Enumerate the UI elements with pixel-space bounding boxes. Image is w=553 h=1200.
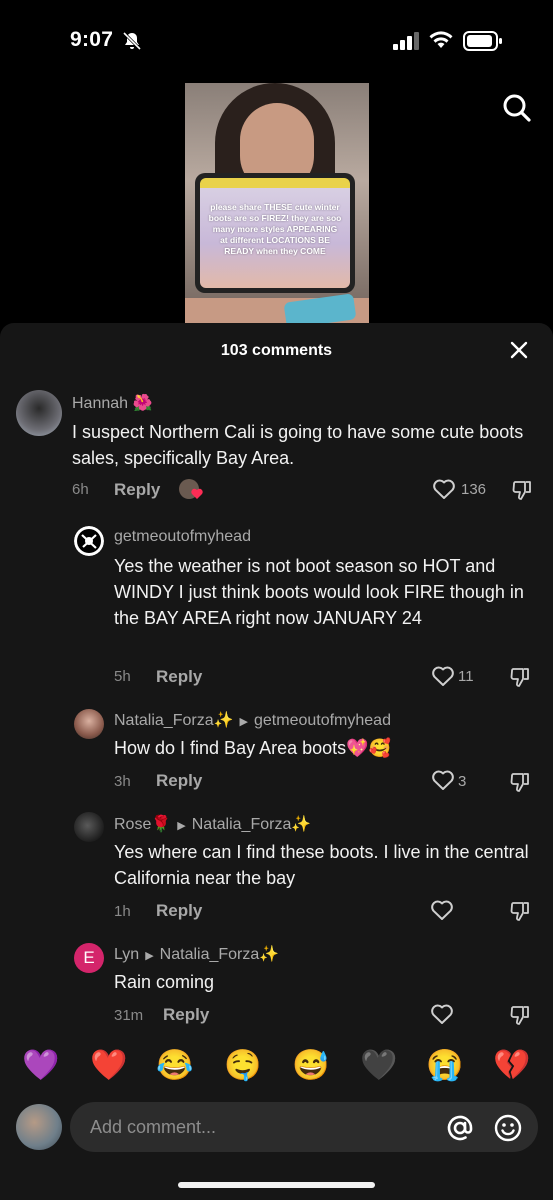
dislike-icon[interactable]	[509, 900, 531, 922]
bell-muted-icon	[122, 31, 142, 51]
heart-icon[interactable]	[431, 769, 455, 791]
like-count: 3	[458, 773, 467, 790]
comment-input-box[interactable]	[70, 1102, 538, 1152]
battery-icon	[463, 31, 502, 51]
emoji-sweat-smile[interactable]: 😅	[292, 1046, 329, 1086]
reply-arrow-icon: ▶	[239, 716, 248, 728]
reply-button[interactable]: Reply	[163, 1005, 209, 1025]
cellular-signal-icon	[393, 32, 419, 50]
video-overlay-text: please share THESE cute winter boots are…	[208, 202, 342, 256]
comment-time: 5h	[114, 668, 131, 685]
reply-button[interactable]: Reply	[156, 667, 202, 687]
comment-time: 6h	[72, 481, 89, 498]
reply-arrow-icon: ▶	[177, 820, 186, 832]
reply-button[interactable]: Reply	[156, 771, 202, 791]
comment-time: 31m	[114, 1007, 144, 1024]
heart-icon[interactable]	[430, 1003, 454, 1025]
video-thumbnail[interactable]: please share THESE cute winter boots are…	[185, 83, 369, 328]
heart-icon[interactable]	[430, 899, 454, 921]
comment-username-row: Natalia_Forza✨ ▶ getmeoutofmyhead	[114, 710, 391, 730]
home-indicator[interactable]	[178, 1182, 375, 1188]
reply-button[interactable]: Reply	[156, 901, 202, 921]
emoji-black-heart[interactable]: 🖤	[360, 1046, 397, 1086]
avatar[interactable]	[74, 812, 104, 842]
comment-username-row: Rose🌹 ▶ Natalia_Forza✨	[114, 814, 311, 834]
comment-text: I suspect Northern Cali is going to have…	[72, 422, 524, 468]
dislike-icon[interactable]	[509, 1004, 531, 1026]
reply-button[interactable]: Reply	[114, 480, 160, 500]
my-avatar[interactable]	[16, 1104, 62, 1150]
reply-to-username[interactable]: getmeoutofmyhead	[254, 712, 391, 729]
dislike-icon[interactable]	[509, 666, 531, 688]
comment-time: 1h	[114, 903, 131, 920]
comment-input[interactable]	[90, 1102, 430, 1152]
quick-emoji-bar: 💜 ❤️ 😂 🤤 😅 🖤 😭 💔	[0, 1046, 553, 1086]
emoji-red-heart[interactable]: ❤️	[90, 1046, 127, 1086]
emoji-picker-icon[interactable]	[494, 1114, 522, 1142]
status-bar: 9:07	[0, 0, 553, 80]
comment-text: Yes the weather is not boot season so HO…	[114, 556, 524, 628]
search-icon[interactable]	[502, 93, 532, 123]
comment-username[interactable]: getmeoutofmyhead	[114, 528, 251, 546]
emoji-drooling[interactable]: 🤤	[224, 1046, 261, 1086]
comment-time: 3h	[114, 773, 131, 790]
heart-icon[interactable]	[431, 665, 455, 687]
comment-text: Rain coming	[114, 972, 215, 992]
like-count: 136	[461, 481, 487, 498]
emoji-purple-heart[interactable]: 💜	[22, 1046, 59, 1086]
comment-username-row: Lyn ▶ Natalia_Forza✨	[114, 944, 279, 964]
video-tablet: please share THESE cute winter boots are…	[195, 173, 355, 293]
reply-to-username[interactable]: Natalia_Forza✨	[160, 946, 280, 963]
comment-text: How do I find Bay Area boots💖🥰	[114, 738, 391, 758]
dislike-icon[interactable]	[509, 771, 531, 793]
creator-liked-avatar	[179, 479, 203, 499]
comments-count-title: 103 comments	[220, 342, 333, 359]
comment-username[interactable]: Rose🌹	[114, 816, 171, 833]
comment-username[interactable]: Natalia_Forza✨	[114, 712, 234, 729]
avatar[interactable]	[16, 390, 62, 436]
emoji-broken-heart[interactable]: 💔	[493, 1046, 530, 1086]
emoji-loudly-crying[interactable]: 😭	[426, 1046, 463, 1086]
comment-username[interactable]: Lyn	[114, 946, 139, 963]
avatar[interactable]	[74, 709, 104, 739]
mention-at-icon[interactable]	[446, 1114, 474, 1142]
reply-arrow-icon: ▶	[145, 950, 154, 962]
wifi-icon	[429, 31, 453, 48]
heart-badge-icon	[191, 488, 203, 499]
comment-username[interactable]: Hannah 🌺	[72, 393, 152, 413]
reply-to-username[interactable]: Natalia_Forza✨	[192, 816, 312, 833]
like-count: 11	[458, 668, 474, 685]
close-icon[interactable]	[510, 341, 528, 359]
avatar[interactable]	[74, 526, 104, 556]
heart-icon[interactable]	[432, 478, 456, 500]
dislike-icon[interactable]	[511, 479, 533, 501]
avatar[interactable]: E	[74, 943, 104, 973]
emoji-tears-of-joy[interactable]: 😂	[156, 1046, 193, 1086]
status-time: 9:07	[70, 28, 114, 51]
video-tablet-screen: please share THESE cute winter boots are…	[200, 178, 350, 288]
comment-text: Yes where can I find these boots. I live…	[114, 842, 529, 888]
